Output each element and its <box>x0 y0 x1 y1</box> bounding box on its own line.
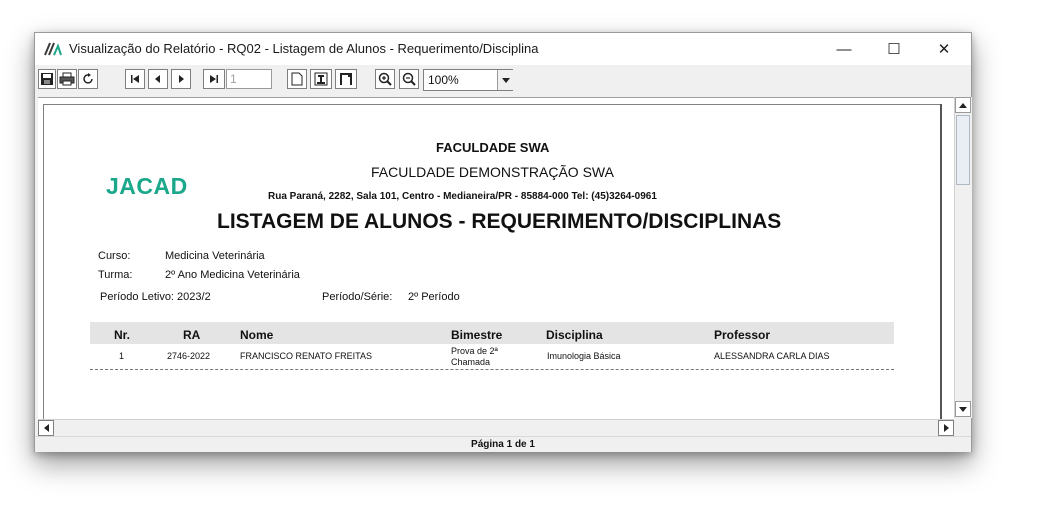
report-title: LISTAGEM DE ALUNOS - REQUERIMENTO/DISCIP… <box>217 210 782 233</box>
window-title: Visualização do Relatório - RQ02 - Lista… <box>69 41 539 56</box>
cell-professor: ALESSANDRA CARLA DIAS <box>714 351 830 361</box>
last-page-icon <box>210 75 218 83</box>
zoom-in-button[interactable] <box>375 69 395 89</box>
page-number-input[interactable]: 1 <box>226 69 272 89</box>
chevron-down-icon <box>501 77 510 83</box>
cell-disciplina: Imunologia Básica <box>547 351 621 361</box>
page-width-icon <box>291 72 303 86</box>
last-page-button[interactable] <box>203 69 225 89</box>
save-button[interactable] <box>38 69 56 89</box>
one-page-button[interactable] <box>310 69 332 89</box>
status-bar: Página 1 de 1 <box>35 436 971 452</box>
report-viewport[interactable]: JACAD FACULDADE SWA FACULDADE DEMONSTRAÇ… <box>38 97 954 419</box>
print-button[interactable] <box>57 69 77 89</box>
refresh-icon <box>83 73 93 84</box>
title-bar[interactable]: Visualização do Relatório - RQ02 - Lista… <box>35 33 971 65</box>
maximize-icon: ☐ <box>887 41 901 58</box>
next-page-button[interactable] <box>171 69 191 89</box>
refresh-button[interactable] <box>78 69 98 89</box>
close-icon: ✕ <box>937 41 951 58</box>
institution-address: Rua Paraná, 2282, Sala 101, Centro - Med… <box>268 191 657 202</box>
zoom-out-button[interactable] <box>399 69 419 89</box>
vertical-scrollbar[interactable] <box>954 97 972 418</box>
report-page: JACAD FACULDADE SWA FACULDADE DEMONSTRAÇ… <box>43 104 940 419</box>
first-page-button[interactable] <box>125 69 145 89</box>
turma-value: 2º Ano Medicina Veterinária <box>165 269 300 281</box>
chevron-down-icon <box>959 406 967 412</box>
institution-full-name: FACULDADE DEMONSTRAÇÃO SWA <box>371 164 614 180</box>
cell-nome: FRANCISCO RENATO FREITAS <box>240 351 373 361</box>
scroll-right-button[interactable] <box>938 420 954 436</box>
zoom-dropdown-button[interactable] <box>497 70 513 90</box>
next-page-icon <box>179 75 184 83</box>
close-button[interactable]: ✕ <box>921 33 967 65</box>
column-header-nr: Nr. <box>114 328 131 342</box>
page-indicator: Página 1 de 1 <box>471 439 535 450</box>
curso-value: Medicina Veterinária <box>165 250 265 262</box>
cell-bimestre-line2: Chamada <box>451 357 491 367</box>
one-page-icon <box>314 72 328 86</box>
turma-label: Turma: <box>98 269 133 281</box>
chevron-left-icon <box>43 424 49 432</box>
chevron-up-icon <box>959 102 967 108</box>
column-header-nome: Nome <box>240 328 274 342</box>
scroll-down-button[interactable] <box>955 401 971 417</box>
periodo-letivo: Período Letivo: 2023/2 <box>100 291 211 303</box>
row-separator <box>90 369 894 370</box>
prev-page-icon <box>155 75 160 83</box>
page-width-button[interactable] <box>287 69 307 89</box>
minimize-button[interactable]: — <box>821 33 867 65</box>
maximize-button[interactable]: ☐ <box>871 33 917 65</box>
column-header-bimestre: Bimestre <box>451 328 503 342</box>
zoom-out-icon <box>402 72 416 86</box>
jacad-logo: JACAD <box>106 173 188 199</box>
periodo-serie-label: Período/Série: <box>322 291 393 303</box>
print-icon <box>59 72 75 86</box>
column-header-ra: RA <box>183 328 201 342</box>
previous-page-button[interactable] <box>148 69 168 89</box>
vertical-scroll-thumb[interactable] <box>956 115 970 185</box>
cell-bimestre-line1: Prova de 2ª <box>451 346 498 356</box>
zoom-in-icon <box>378 72 392 86</box>
minimize-icon: — <box>836 40 852 58</box>
institution-name: FACULDADE SWA <box>436 140 550 155</box>
column-header-disciplina: Disciplina <box>546 328 603 342</box>
periodo-serie-value: 2º Período <box>408 291 460 303</box>
scrollbar-corner <box>954 419 971 435</box>
two-pages-icon <box>340 73 352 85</box>
scroll-up-button[interactable] <box>955 97 971 113</box>
app-logo-icon <box>44 42 62 56</box>
save-icon <box>41 73 53 85</box>
curso-label: Curso: <box>98 250 131 262</box>
cell-nr: 1 <box>119 351 125 361</box>
zoom-value: 100% <box>428 73 459 87</box>
cell-ra: 2746-2022 <box>167 351 211 361</box>
chevron-right-icon <box>943 424 949 432</box>
first-page-icon <box>131 75 139 83</box>
scroll-left-button[interactable] <box>38 420 54 436</box>
two-pages-button[interactable] <box>335 69 357 89</box>
report-preview-window: Visualização do Relatório - RQ02 - Lista… <box>34 32 972 452</box>
column-header-professor: Professor <box>714 328 771 342</box>
horizontal-scrollbar[interactable] <box>38 419 954 436</box>
